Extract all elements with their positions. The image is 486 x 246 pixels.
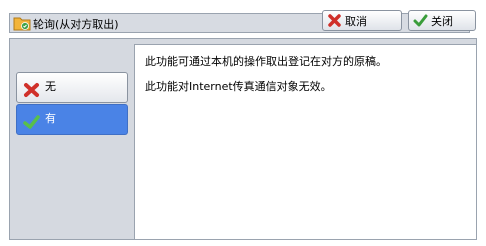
title-bar: 轮询(从对方取出) 取消 关闭	[0, 0, 486, 38]
close-button-label: 关闭	[431, 14, 453, 28]
dialog-window: 轮询(从对方取出) 取消 关闭 无 有 此功能可通过本机的操作取出登记在对方的原…	[0, 0, 486, 246]
green-check-icon	[23, 115, 40, 129]
cancel-button-label: 取消	[345, 14, 367, 28]
red-x-icon	[328, 14, 341, 27]
message-line: 此功能可通过本机的操作取出登记在对方的原稿。	[145, 55, 387, 68]
option-yes-label: 有	[45, 112, 56, 125]
option-no-label: 无	[45, 80, 56, 93]
green-check-icon	[413, 14, 428, 27]
option-no[interactable]: 无	[16, 72, 128, 103]
window-title: 轮询(从对方取出)	[33, 18, 119, 31]
message-line: 此功能对Internet传真通信对象无效。	[145, 80, 332, 93]
message-box: 此功能可通过本机的操作取出登记在对方的原稿。 此功能对Internet传真通信对…	[134, 44, 477, 240]
close-button[interactable]: 关闭	[408, 10, 476, 31]
folder-icon	[13, 17, 31, 31]
red-x-icon	[24, 83, 39, 97]
option-yes[interactable]: 有	[16, 104, 128, 135]
cancel-button[interactable]: 取消	[322, 10, 402, 31]
